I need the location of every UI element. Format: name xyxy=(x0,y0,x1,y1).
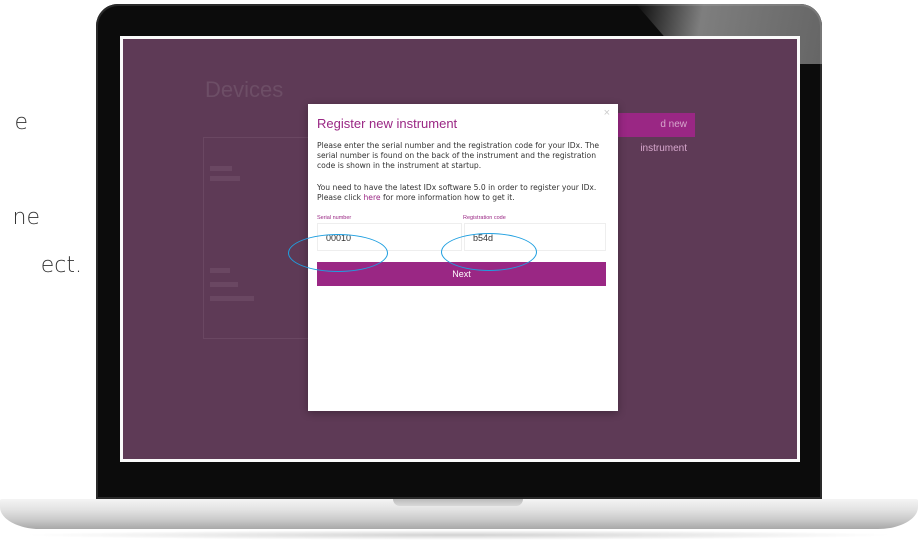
registration-highlight-circle xyxy=(441,233,537,271)
dialog-title: Register new instrument xyxy=(317,116,458,131)
serial-number-label: Serial number xyxy=(317,215,352,221)
registration-code-label: Registration code xyxy=(463,215,506,221)
laptop-shadow xyxy=(20,530,898,540)
serial-highlight-circle xyxy=(288,234,388,272)
background-card-line xyxy=(210,296,254,301)
background-card-line xyxy=(210,282,238,287)
background-device-card xyxy=(203,137,315,339)
dialog-instructions: Please enter the serial number and the r… xyxy=(317,141,600,170)
side-caption-2: ne xyxy=(12,205,40,230)
background-card-line xyxy=(210,176,240,181)
laptop-screen: Devices d new instrument × Register new … xyxy=(120,36,800,462)
more-info-link[interactable]: here xyxy=(363,193,380,202)
background-add-instrument-button: d new instrument xyxy=(611,113,695,154)
software-note-text-end: for more information how to get it. xyxy=(380,193,515,202)
laptop-base-notch xyxy=(393,499,523,506)
side-caption-1: e xyxy=(14,110,28,135)
background-page-title: Devices xyxy=(205,77,284,102)
dialog-software-note: You need to have the latest IDx software… xyxy=(317,183,612,203)
side-caption-3: ect. xyxy=(40,253,82,278)
background-card-line xyxy=(210,166,232,171)
close-icon[interactable]: × xyxy=(604,107,610,119)
background-card-line xyxy=(210,268,230,273)
laptop-base xyxy=(0,499,918,529)
